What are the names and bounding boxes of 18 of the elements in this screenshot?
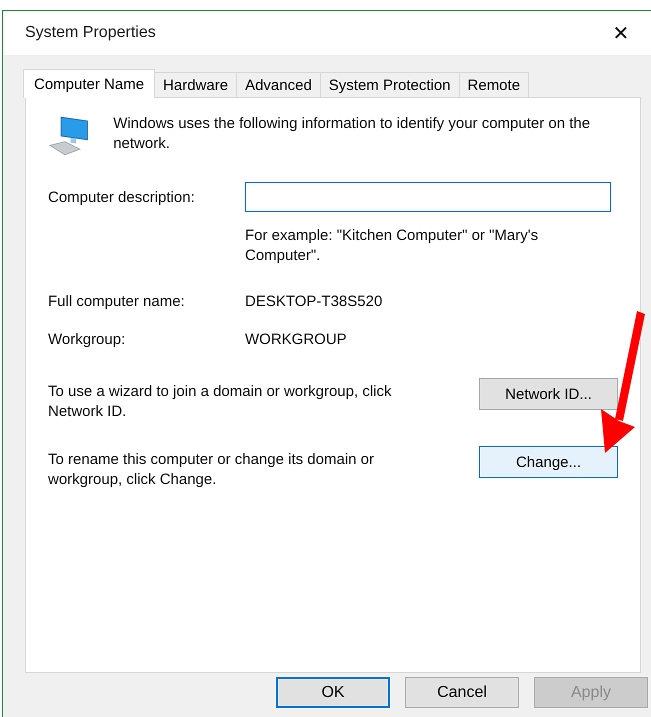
action-button[interactable]: Network ID... [479, 378, 618, 410]
window-title: System Properties [25, 24, 156, 42]
action-button[interactable]: Change... [479, 446, 618, 478]
instruction-text: To rename this computer or change its domain or workgroup, click Change. [48, 450, 375, 490]
description-field[interactable] [245, 182, 611, 212]
field-value: DESKTOP-T38S520 [245, 292, 384, 312]
instruction-text: To use a wizard to join a domain or workgroup, click Network ID. [48, 382, 392, 422]
close-button[interactable]: ✕ [601, 13, 641, 53]
field-label: Computer description: [48, 188, 196, 208]
example-text: For example: "Kitchen Computer" or "Mary's Computer". [245, 226, 540, 266]
field-value: WORKGROUP [245, 330, 348, 350]
field-label: Full computer name: [48, 292, 186, 312]
dialog-button[interactable]: OK [276, 677, 390, 708]
tab[interactable]: Computer Name [23, 69, 156, 98]
intro-text: Windows uses the following information to identify your computer on the network. [113, 114, 592, 154]
tab[interactable]: Remote [458, 72, 530, 97]
field-label: Workgroup: [48, 330, 126, 350]
dialog-button[interactable]: Cancel [405, 677, 519, 708]
